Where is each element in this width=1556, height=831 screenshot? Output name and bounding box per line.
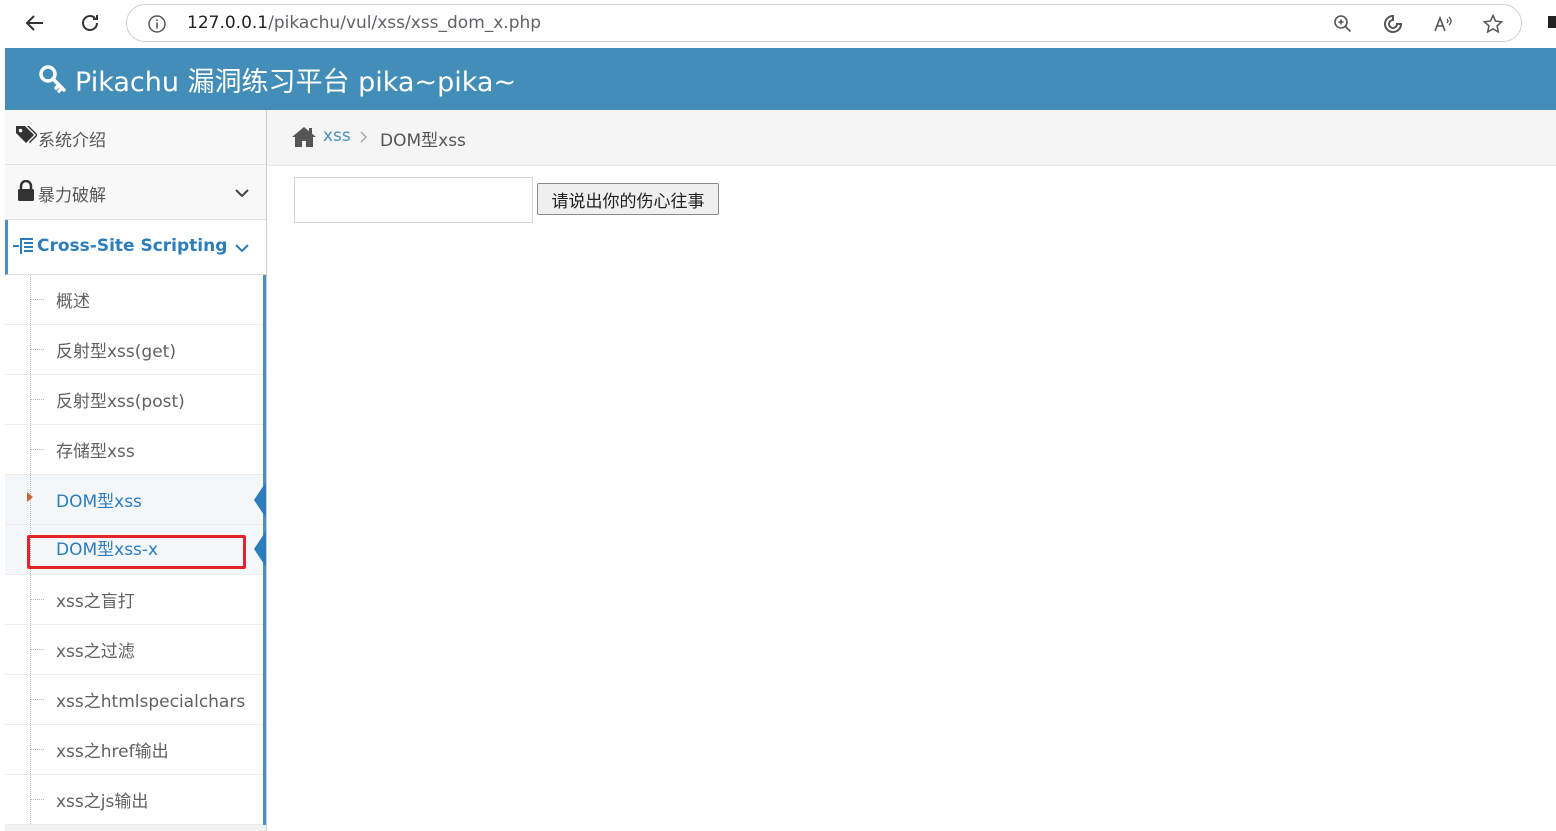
submenu-item-stored[interactable]: 存储型xss [5,425,263,475]
breadcrumb: xss DOM型xss [267,110,1556,166]
chevron-down-icon [235,244,249,253]
submenu-item-htmlspecialchars[interactable]: xss之htmlspecialchars [5,675,263,725]
extension-icon[interactable] [1546,12,1556,32]
submit-button[interactable]: 请说出你的伤心往事 [537,183,719,215]
highlight-box [27,535,246,569]
refresh-button[interactable] [75,8,105,38]
favorite-star-icon[interactable] [1482,13,1504,35]
active-pointer [254,482,266,518]
submenu-item-reflected-post[interactable]: 反射型xss(post) [5,375,263,425]
app-title: Pikachu 漏洞练习平台 pika~pika~ [75,67,517,98]
submenu-item-js[interactable]: xss之js输出 [5,775,263,825]
submenu-item-dom[interactable]: DOM型xss [5,475,266,525]
sidebar-item-label: 系统介绍 [38,131,106,151]
edge-copilot-icon[interactable] [1382,13,1404,35]
address-bar[interactable]: 127.0.0.1/pikachu/vul/xss/xss_dom_x.php [126,4,1522,42]
back-button[interactable] [20,8,50,38]
list-tree-icon [13,238,33,254]
submenu-item-overview[interactable]: 概述 [5,275,263,325]
sidebar-item-intro[interactable]: 系统介绍 [5,110,266,165]
active-pointer [254,531,266,567]
sidebar-item-label: Cross-Site Scripting [37,236,228,256]
lock-icon [18,180,34,201]
breadcrumb-link-xss[interactable]: xss [323,126,351,146]
chevron-down-icon [235,189,249,198]
browser-toolbar: 127.0.0.1/pikachu/vul/xss/xss_dom_x.php [0,0,1556,46]
submenu-item-blind[interactable]: xss之盲打 [5,575,263,625]
xss-submenu: 概述 反射型xss(get) 反射型xss(post) 存储型xss DOM型x… [5,275,266,825]
zoom-icon[interactable] [1332,13,1354,35]
tags-icon [16,126,37,143]
home-icon[interactable] [291,126,317,148]
breadcrumb-current: DOM型xss [380,131,466,151]
message-input[interactable] [294,177,533,223]
read-aloud-icon[interactable] [1432,13,1454,35]
key-icon [39,65,66,93]
submenu-item-reflected-get[interactable]: 反射型xss(get) [5,325,263,375]
url-text: 127.0.0.1/pikachu/vul/xss/xss_dom_x.php [187,13,542,33]
submenu-item-dom-x[interactable]: DOM型xss-x [5,525,266,575]
back-icon [25,15,43,31]
sidebar-item-xss[interactable]: Cross-Site Scripting [5,220,266,275]
submenu-item-filter[interactable]: xss之过滤 [5,625,263,675]
info-icon[interactable] [147,14,167,34]
refresh-icon [82,15,98,31]
app-header: Pikachu 漏洞练习平台 pika~pika~ [5,48,1556,110]
submenu-item-href[interactable]: xss之href输出 [5,725,263,775]
sidebar-item-label: 暴力破解 [38,186,106,206]
current-marker [27,492,33,502]
sidebar: 系统介绍 暴力破解 Cross-Site Scripting 概述 反射型xss… [5,110,267,831]
chevron-right-icon [360,131,368,143]
sidebar-item-bruteforce[interactable]: 暴力破解 [5,165,266,220]
